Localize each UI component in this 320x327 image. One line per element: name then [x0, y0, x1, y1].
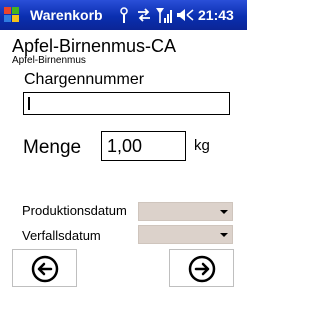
arrow-right-circle-icon [188, 255, 216, 283]
text-caret [28, 97, 30, 110]
arrow-left-circle-icon [31, 255, 59, 283]
chargennummer-label: Chargennummer [24, 71, 145, 88]
signal-icon[interactable] [155, 6, 172, 24]
clock[interactable]: 21:43 [198, 7, 234, 23]
chevron-down-icon [220, 210, 228, 214]
menge-label: Menge [23, 137, 82, 158]
unit-label: kg [194, 137, 210, 154]
menge-input[interactable]: 1,00 [101, 131, 186, 161]
forward-button[interactable] [169, 249, 234, 287]
product-subtitle: Apfel-Birnenmus [12, 55, 86, 66]
back-button[interactable] [12, 249, 77, 287]
produktionsdatum-label: Produktionsdatum [22, 203, 127, 218]
windows-start-icon[interactable] [3, 6, 21, 24]
connectivity-icon[interactable] [117, 6, 131, 24]
chargennummer-input[interactable] [23, 92, 230, 115]
verfallsdatum-dropdown[interactable] [138, 225, 233, 244]
title-bar: Warenkorb 21:43 [0, 0, 247, 30]
chevron-down-icon [220, 233, 228, 237]
app-title: Warenkorb [30, 7, 103, 23]
product-title: Apfel-Birnenmus-CA [12, 36, 177, 56]
verfallsdatum-label: Verfallsdatum [22, 228, 101, 243]
produktionsdatum-dropdown[interactable] [138, 202, 233, 221]
sync-icon[interactable] [136, 6, 152, 24]
volume-icon[interactable] [176, 6, 194, 24]
